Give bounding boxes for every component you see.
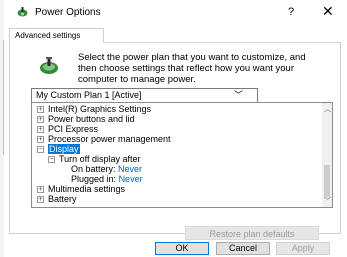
power-plan-icon [38, 55, 60, 77]
tree-item-label: Intel(R) Graphics Settings [48, 104, 152, 114]
tree-item-plugged-in[interactable]: Plugged in: Never [71, 174, 143, 184]
background-window-edge [3, 40, 4, 155]
scrollbar-thumb[interactable] [324, 165, 330, 197]
close-button[interactable]: ✕ [322, 4, 334, 18]
advanced-settings-panel: Select the power plan that you want to c… [9, 42, 341, 240]
tree-item-label: Multimedia settings [48, 184, 126, 194]
tree-item-power-buttons[interactable]: + Power buttons and lid [37, 114, 135, 124]
expand-icon[interactable]: + [37, 106, 44, 114]
on-battery-value-link[interactable]: Never [118, 164, 142, 174]
ok-button[interactable]: OK [155, 242, 209, 255]
tree-item-label: Turn off display after [59, 154, 141, 164]
intro-line-1: Select the power plan that you want to c… [78, 52, 306, 63]
expand-icon[interactable]: + [37, 126, 44, 134]
plugged-in-value-link[interactable]: Never [119, 174, 143, 184]
settings-tree[interactable]: + Intel(R) Graphics Settings + Power butto… [31, 102, 333, 208]
tree-scrollbar[interactable]: ︿ ﹀ [322, 103, 332, 207]
background-window-strip [0, 0, 4, 257]
power-options-dialog: Power Options ? ✕ Advanced settings Sele… [6, 0, 347, 257]
intro-line-2: then choose settings that reflect how yo… [78, 63, 294, 74]
tree-item-multimedia[interactable]: + Multimedia settings [37, 184, 125, 194]
tree-item-battery[interactable]: + Battery [37, 194, 77, 204]
tree-item-label-selected: Display [48, 144, 80, 154]
tree-item-on-battery[interactable]: On battery: Never [71, 164, 142, 174]
collapse-icon[interactable]: − [37, 146, 44, 154]
restore-plan-defaults-button[interactable]: Restore plan defaults [185, 226, 319, 240]
tree-item-turn-off-display[interactable]: − Turn off display after [48, 154, 141, 164]
expand-icon[interactable]: + [37, 186, 44, 194]
intro-line-3: computer to manage power. [78, 74, 196, 85]
tab-advanced-settings[interactable]: Advanced settings [9, 28, 104, 43]
power-plan-value: My Custom Plan 1 [Active] [36, 90, 142, 100]
setting-label: On battery: [71, 164, 116, 174]
power-options-icon [16, 6, 29, 19]
scroll-down-arrow-icon[interactable]: ﹀ [324, 196, 331, 206]
tree-item-pci-express[interactable]: + PCI Express [37, 124, 98, 134]
collapse-icon[interactable]: − [48, 156, 55, 164]
tree-item-intel-graphics[interactable]: + Intel(R) Graphics Settings [37, 104, 151, 114]
intro-description: Select the power plan that you want to c… [78, 52, 328, 85]
tree-item-label: PCI Express [48, 124, 99, 134]
title-bar: Power Options ? ✕ [6, 0, 347, 25]
tree-item-label: Processor power management [48, 134, 171, 144]
tree-item-label: Battery [48, 194, 77, 204]
expand-icon[interactable]: + [37, 196, 44, 204]
tree-item-label: Power buttons and lid [48, 114, 135, 124]
cancel-button[interactable]: Cancel [216, 242, 270, 255]
window-title: Power Options [35, 7, 101, 18]
tree-item-display[interactable]: − Display [37, 144, 80, 154]
scroll-up-arrow-icon[interactable]: ︿ [324, 104, 331, 114]
tree-item-processor-power[interactable]: + Processor power management [37, 134, 171, 144]
expand-icon[interactable]: + [37, 136, 44, 144]
chevron-down-icon: ﹀ [233, 90, 243, 100]
help-button[interactable]: ? [288, 6, 294, 18]
setting-label: Plugged in: [71, 174, 117, 184]
apply-button[interactable]: Apply [276, 242, 330, 255]
power-plan-dropdown[interactable]: My Custom Plan 1 [Active] ﹀ [31, 88, 258, 103]
expand-icon[interactable]: + [37, 116, 44, 124]
